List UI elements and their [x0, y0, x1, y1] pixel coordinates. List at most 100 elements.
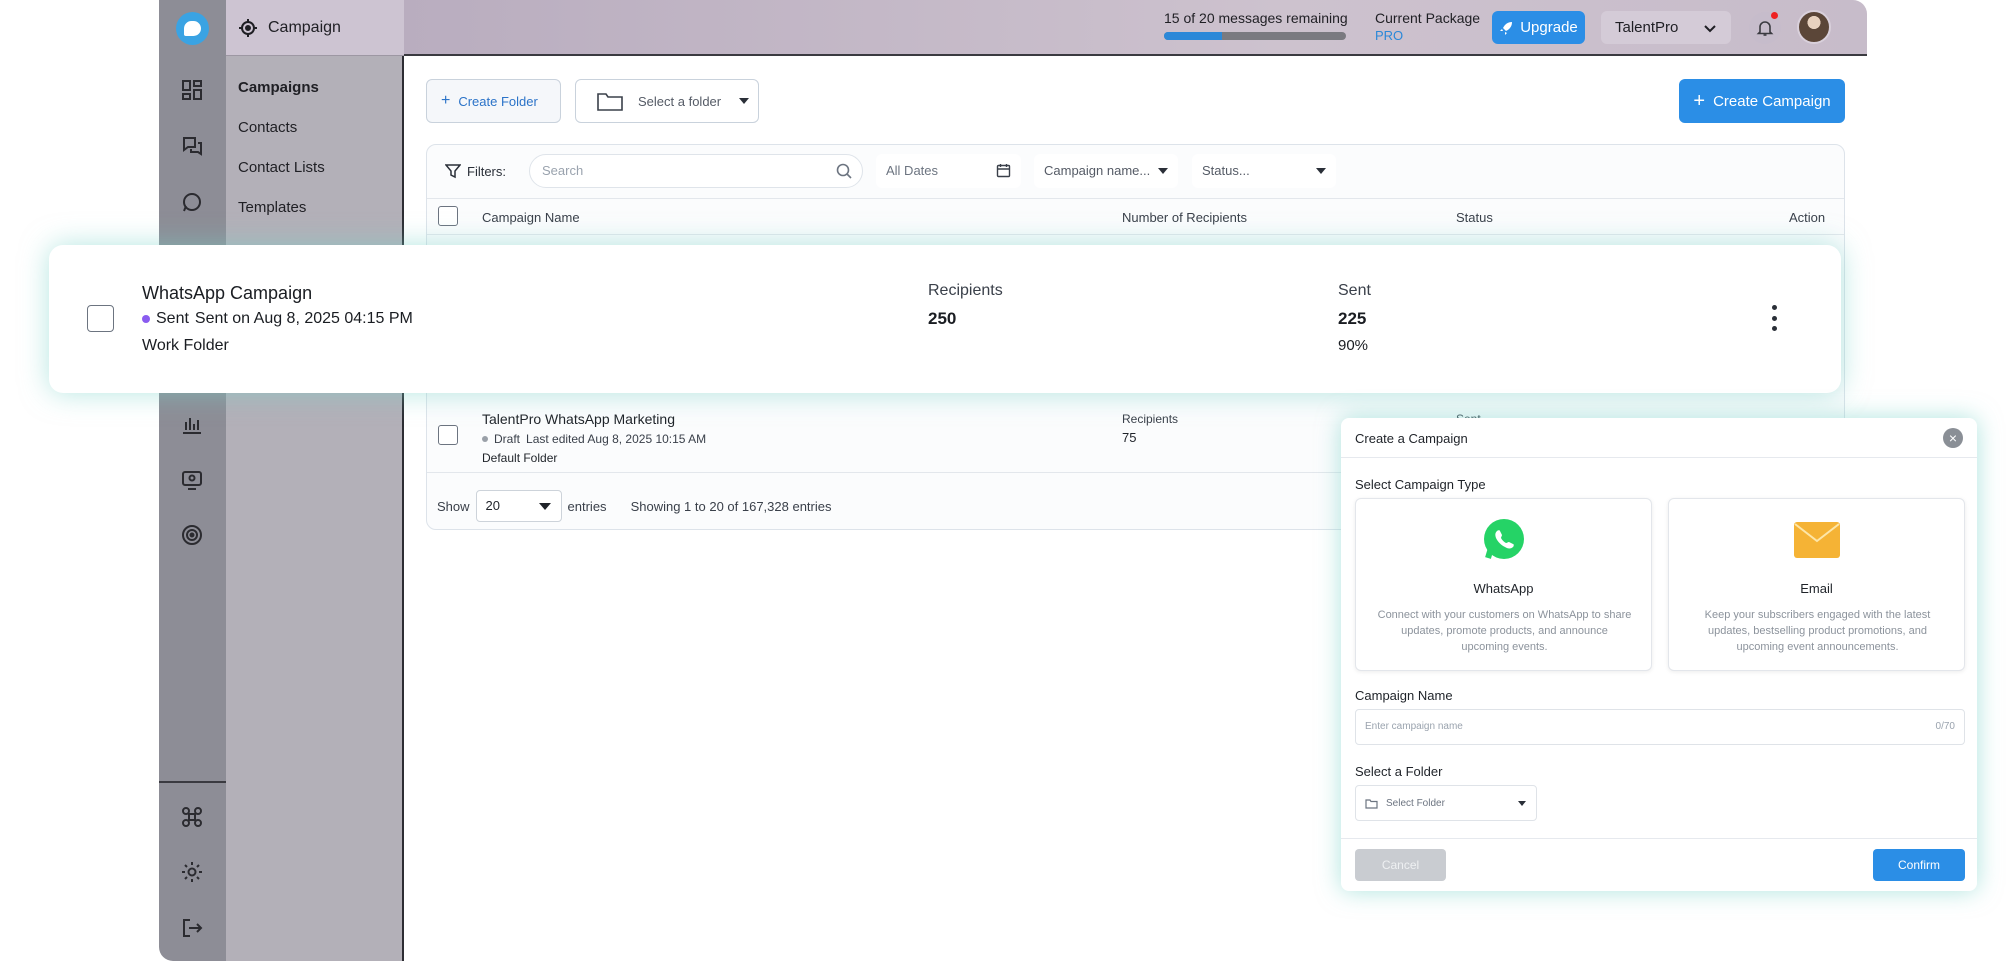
campaign-name-filter-label: Campaign name... [1044, 163, 1151, 178]
package-name: PRO [1375, 28, 1404, 43]
create-campaign-label: Create Campaign [1713, 92, 1831, 110]
campaign-name[interactable]: WhatsApp Campaign [142, 283, 312, 304]
type-description: Connect with your customers on WhatsApp … [1377, 609, 1632, 653]
highlighted-campaign-row[interactable]: WhatsApp Campaign Sent Sent on Aug 8, 20… [49, 245, 1841, 393]
plus-icon: + [441, 92, 451, 109]
select-folder-label: Select a folder [638, 93, 722, 109]
row-checkbox[interactable] [438, 425, 458, 445]
column-status[interactable]: Status [1456, 210, 1493, 225]
date-filter[interactable]: All Dates [876, 154, 1021, 188]
search-placeholder: Search [542, 163, 584, 178]
subnav-item-templates[interactable]: Templates [238, 199, 306, 216]
quota-text: 15 of 20 messages remaining [1164, 10, 1348, 26]
search-icon [836, 163, 852, 179]
monitor-icon[interactable] [180, 468, 204, 492]
section-header: Campaign [226, 0, 404, 56]
sent-label: Sent [1338, 282, 1371, 299]
chevron-down-icon [1704, 24, 1716, 32]
campaign-status-meta: Draft Last edited Aug 8, 2025 10:15 AM [482, 432, 706, 446]
sent-value: 225 [1338, 309, 1367, 328]
gear-icon[interactable] [180, 860, 204, 884]
dashboard-icon[interactable] [180, 78, 204, 102]
create-folder-button[interactable]: + Create Folder [426, 79, 561, 123]
campaign-type-email[interactable]: Email Keep your subscribers engaged with… [1668, 498, 1965, 671]
chat-icon[interactable] [180, 134, 204, 158]
column-action: Action [1789, 210, 1826, 225]
filters-bar: Filters: Search All Dates Campaign name.… [427, 145, 1844, 199]
modal-header: Create a Campaign × [1341, 418, 1977, 458]
avatar[interactable] [1797, 10, 1831, 44]
rocket-icon [1500, 21, 1513, 35]
folder-select[interactable]: Select Folder [1355, 785, 1537, 821]
caret-down-icon [739, 98, 750, 104]
analytics-icon[interactable] [180, 412, 204, 436]
rail-divider [159, 781, 226, 783]
search-input[interactable]: Search [529, 154, 863, 188]
caret-down-icon [1158, 168, 1168, 174]
campaign-type-whatsapp[interactable]: WhatsApp Connect with your customers on … [1355, 498, 1652, 671]
target-icon[interactable] [180, 523, 204, 547]
campaign-name-input[interactable]: Enter campaign name 0/70 [1355, 709, 1965, 745]
upgrade-button[interactable]: Upgrade [1492, 11, 1585, 44]
status-filter[interactable]: Status... [1192, 154, 1336, 188]
subnav-item-contact-lists[interactable]: Contact Lists [238, 159, 325, 176]
account-switcher[interactable]: TalentPro [1601, 11, 1731, 44]
app-logo[interactable] [176, 12, 209, 45]
campaign-folder: Default Folder [482, 451, 558, 465]
create-campaign-button[interactable]: + Create Campaign [1679, 79, 1845, 123]
campaign-name-label: Campaign Name [1355, 688, 1453, 703]
integrations-icon[interactable] [180, 805, 204, 829]
caret-down-icon [1316, 168, 1326, 174]
page-size-select[interactable]: 20 [475, 490, 562, 522]
subnav-item-contacts[interactable]: Contacts [238, 119, 297, 136]
status-timestamp: Sent on Aug 8, 2025 04:15 PM [194, 310, 413, 327]
status-filter-label: Status... [1202, 163, 1250, 178]
close-icon[interactable]: × [1943, 428, 1963, 448]
subnav-item-campaigns[interactable]: Campaigns [238, 79, 319, 96]
row-checkbox[interactable] [87, 305, 114, 332]
folder-select-placeholder: Select Folder [1386, 797, 1445, 809]
column-recipients[interactable]: Number of Recipients [1122, 210, 1247, 225]
campaign-status-meta: Sent Sent on Aug 8, 2025 04:15 PM [142, 310, 413, 328]
icon-rail [159, 0, 226, 961]
envelope-icon [1793, 522, 1840, 558]
caret-down-icon [1518, 801, 1526, 806]
type-name: WhatsApp [1473, 581, 1534, 596]
select-all-checkbox[interactable] [438, 206, 458, 226]
page-size-value: 20 [485, 498, 500, 513]
whatsapp-icon [1483, 519, 1524, 559]
folder-icon [1365, 798, 1378, 809]
column-campaign-name[interactable]: Campaign Name [482, 210, 580, 225]
recipients-value: 75 [1122, 430, 1137, 445]
status-dot [142, 315, 150, 323]
campaign-name[interactable]: TalentPro WhatsApp Marketing [482, 411, 675, 427]
notifications-button[interactable] [1749, 12, 1781, 44]
confirm-button[interactable]: Confirm [1873, 849, 1965, 881]
filters-text: Filters: [467, 163, 506, 179]
quota-progress-fill [1164, 32, 1223, 40]
notification-dot [1771, 12, 1778, 19]
filters-label: Filters: [445, 163, 506, 179]
upgrade-label: Upgrade [1520, 19, 1578, 36]
create-folder-label: Create Folder [458, 93, 538, 109]
row-actions-menu[interactable] [1771, 305, 1777, 331]
whatsapp-icon[interactable] [180, 190, 204, 214]
show-label: Show [437, 498, 470, 514]
campaign-name-filter[interactable]: Campaign name... [1034, 154, 1178, 188]
type-description: Keep your subscribers engaged with the l… [1704, 609, 1931, 653]
bell-icon [1756, 21, 1774, 36]
status-timestamp: Last edited Aug 8, 2025 10:15 AM [526, 432, 707, 446]
select-folder-dropdown[interactable]: Select a folder [575, 79, 759, 123]
recipients-label: Recipients [928, 282, 1003, 299]
calendar-icon [996, 164, 1011, 178]
logout-icon[interactable] [180, 916, 204, 940]
modal-footer-divider [1341, 838, 1977, 839]
date-filter-label: All Dates [886, 163, 939, 178]
recipients-label: Recipients [1122, 412, 1179, 426]
top-bar: 15 of 20 messages remaining Current Pack… [404, 0, 1867, 56]
status-word: Sent [156, 310, 189, 327]
cancel-button[interactable]: Cancel [1355, 849, 1446, 881]
status-dot [482, 436, 488, 442]
modal-title: Create a Campaign [1355, 431, 1468, 446]
status-word: Draft [494, 432, 521, 446]
